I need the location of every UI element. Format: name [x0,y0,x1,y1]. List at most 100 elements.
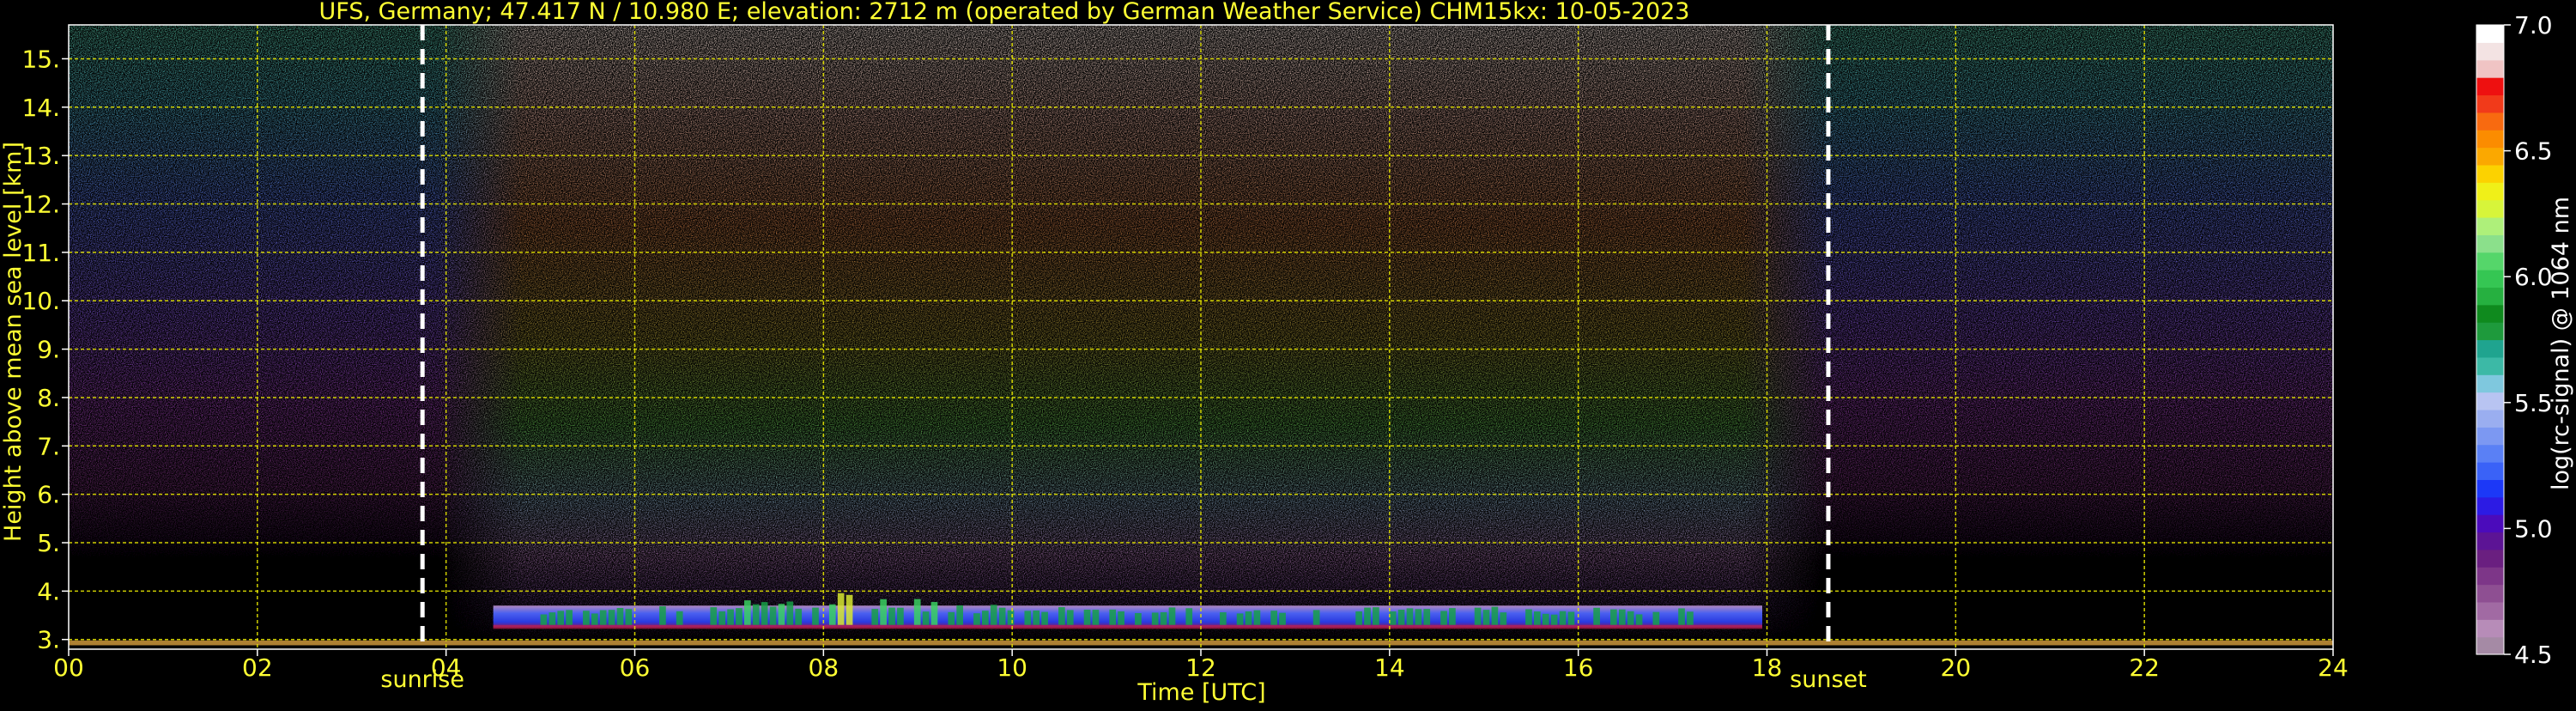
y-tick-label: 12. [21,191,60,219]
cloud-cell [1236,613,1244,625]
colorbar-segment [2476,444,2504,463]
x-tick-label: 06 [620,653,651,682]
colorbar-segment [2476,374,2504,393]
cloud-cell [736,608,742,625]
cloud-cell [897,607,904,625]
cloud-cell [1687,611,1694,625]
cloud-cell [1253,610,1261,625]
cloud-cell [659,606,666,625]
y-tick-label: 4. [37,577,60,605]
cloud-cell [1185,608,1193,625]
colorbar-tick-label: 7.0 [2514,11,2553,40]
cloud-cell [1168,607,1176,625]
x-tick-label: 00 [53,653,84,682]
cloud-base [493,624,1763,629]
colorbar-segment [2476,164,2504,183]
cloud-cell [761,602,768,625]
cloud-cell [888,607,895,625]
colorbar-segment [2476,409,2504,428]
cloud-cell [1279,612,1286,625]
cloud-cell [1355,611,1362,625]
cloud-cell [1135,612,1142,625]
x-tick-label: 04 [431,653,462,682]
cloud-cell [566,610,573,625]
cloud-cell [540,614,548,625]
y-tick-label: 6. [37,481,60,509]
cloud-cell [710,607,718,625]
colorbar-segment [2476,234,2504,253]
colorbar-tick-label: 6.5 [2514,137,2553,166]
cloud-cell [1423,609,1431,625]
colorbar-segment [2476,59,2504,78]
cloud-cell [1635,614,1643,625]
ceilometer-chart: sunrise sunset 00 02 04 06 08 10 12 14 16 18 20 22 24… [0,0,2576,708]
cloud-cell [1364,607,1371,625]
colorbar-segment [2476,584,2504,603]
colorbar-segment [2476,130,2504,149]
cloud-cell [846,594,853,625]
chart-svg: sunrise sunset 00 02 04 06 08 10 12 14 16 18 20 22 24… [0,0,2576,708]
colorbar-segment [2476,287,2504,306]
x-tick-label: 10 [997,653,1027,682]
colorbar-segment [2476,462,2504,480]
cloud-cell [778,604,785,625]
cloud-cell [973,613,980,625]
colorbar-segment [2476,322,2504,341]
cloud-cell [1415,609,1422,625]
x-tick-label: 18 [1752,653,1783,682]
cloud-cell [1041,611,1048,625]
cloud-cell [1151,612,1159,625]
cloud-cell [1373,607,1379,625]
colorbar-segment [2476,42,2504,61]
x-tick-label: 24 [2318,653,2349,682]
colorbar-segment [2476,199,2504,218]
y-tick-label: 8. [37,384,60,412]
colorbar-segment [2476,479,2504,498]
y-tick-label: 14. [21,94,60,122]
cloud-cell [752,604,760,625]
y-tick-label: 13. [21,142,60,170]
x-tick-label: 22 [2129,653,2160,682]
colorbar-segment [2476,636,2504,655]
cloud-cell [676,611,683,625]
cloud-cell [1389,611,1397,625]
cloud-cell [557,611,565,625]
colorbar-segment [2476,619,2504,638]
colorbar-segment [2476,112,2504,131]
cloud-cell [913,599,921,625]
sunset-label: sunset [1790,666,1867,693]
cloud-cell [1474,607,1482,625]
cloud-cell [998,607,1006,625]
cloud-cell [1542,613,1549,625]
colorbar-segment [2476,77,2504,96]
colorbar-segment [2476,182,2504,201]
cloud-cell [1567,611,1575,625]
colorbar-tick-label: 4.5 [2514,641,2553,669]
cloud-cell [1109,609,1117,625]
cloud-cell [930,602,938,625]
cloud-cell [1007,610,1015,625]
cloud-cell [1092,610,1100,625]
cloud-cell [812,607,819,625]
cloud-cell [549,612,556,625]
cloud-cell [1559,611,1567,625]
cloud-cell [608,610,615,625]
cloud-cell [871,609,879,625]
cloud-cell [727,609,734,625]
colorbar-tick-label: 6.0 [2514,263,2553,291]
cloud-cell [1083,609,1091,625]
cloud-cell [922,611,930,625]
cloud-cell [1058,607,1065,625]
y-tick-label: 15. [21,45,60,73]
colorbar-segment [2476,392,2504,410]
cloud-cell [1610,609,1617,625]
cloud-cell [948,611,955,625]
x-tick-label: 08 [809,653,839,682]
y-axis-label: Height above mean sea level [km] [0,142,27,542]
chart-title: UFS, Germany; 47.417 N / 10.980 E; eleva… [319,0,1690,25]
cloud-cell [1593,607,1600,625]
colorbar-segment [2476,427,2504,446]
colorbar-segment [2476,549,2504,568]
cloud-cell [880,599,887,625]
cloud-cell [1312,610,1320,625]
